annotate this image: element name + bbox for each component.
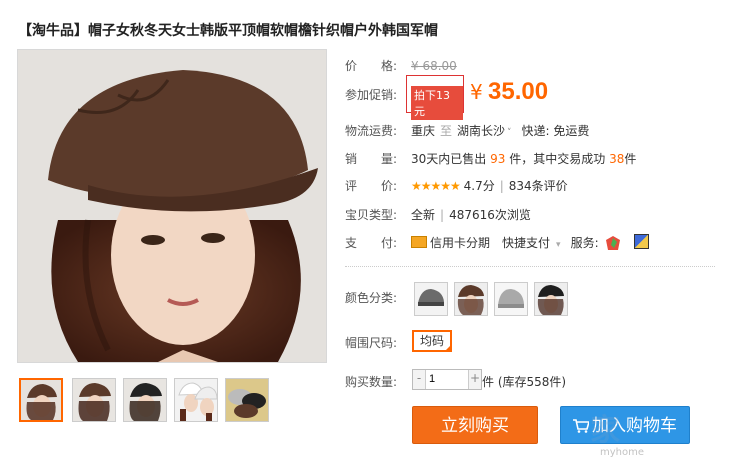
- section-divider: [345, 266, 715, 267]
- ship-divider: 至: [440, 124, 453, 138]
- color-option-light-gray[interactable]: [494, 282, 528, 316]
- rating-row: 评 价: ★★★★★ 4.7分 | 834条评价: [345, 177, 568, 194]
- quantity-input[interactable]: [427, 371, 471, 386]
- thumbnail-3[interactable]: [123, 378, 167, 422]
- color-row: 颜色分类:: [345, 289, 411, 306]
- price-row: 价 格: ¥ 68.00: [345, 57, 457, 74]
- price-label: 价 格:: [345, 59, 398, 73]
- quantity-increase-button[interactable]: +: [468, 370, 481, 389]
- size-value: 均码: [419, 334, 444, 348]
- quantity-label: 购买数量:: [345, 375, 398, 389]
- promo-tag: 拍下13元: [411, 86, 463, 120]
- item-type: 全新: [411, 208, 436, 222]
- rating-divider: |: [499, 179, 504, 193]
- color-option-gray[interactable]: [414, 282, 448, 316]
- product-title: 【淘牛品】帽子女秋冬天女士韩版平顶帽软帽檐针织帽户外韩国军帽: [18, 23, 438, 39]
- view-count: 487616次浏览: [449, 208, 531, 222]
- size-row: 帽围尺码:: [345, 334, 411, 351]
- sales-mid: 件，其中交易成功: [509, 152, 606, 166]
- quick-pay-link[interactable]: 快捷支付: [502, 236, 550, 250]
- star-rating: ★★★★★: [411, 179, 461, 193]
- dropdown-icon[interactable]: ▾: [556, 240, 561, 250]
- service-square-icon[interactable]: [634, 234, 650, 249]
- thumbnail-4[interactable]: [174, 378, 218, 422]
- shipping-label: 物流运费:: [345, 124, 398, 138]
- promo-price: 35.00: [488, 78, 549, 105]
- cart-icon: [573, 409, 591, 447]
- promo-row: 参加促销:: [345, 86, 411, 103]
- size-label: 帽围尺码:: [345, 336, 398, 350]
- payment-row: 支 付: 信用卡分期 快捷支付 ▾ 服务:: [345, 234, 650, 251]
- review-count-link[interactable]: 834条评价: [509, 179, 568, 193]
- ship-to-selector[interactable]: 湖南长沙: [457, 124, 505, 138]
- thumbnail-2[interactable]: [72, 378, 116, 422]
- quantity-row: 购买数量:: [345, 373, 411, 390]
- watermark-text: myhome: [600, 447, 645, 458]
- color-label: 颜色分类:: [345, 291, 398, 305]
- buy-now-label: 立刻购买: [441, 416, 509, 436]
- sales-row: 销 量: 30天内已售出 93 件，其中交易成功 38件: [345, 150, 636, 167]
- credit-installment-link[interactable]: 信用卡分期: [430, 236, 490, 250]
- sales-prefix: 30天内已售出: [411, 152, 487, 166]
- sales-label: 销 量:: [345, 152, 398, 166]
- sales-suffix: 件: [624, 152, 637, 166]
- promo-highlight-box: 拍下13元: [406, 75, 464, 120]
- buy-now-button[interactable]: 立刻购买: [412, 406, 538, 444]
- main-product-image[interactable]: [17, 49, 327, 363]
- selected-check-icon: [444, 344, 452, 352]
- color-option-brown[interactable]: [454, 282, 488, 316]
- type-row: 宝贝类型: 全新 | 487616次浏览: [345, 206, 531, 223]
- type-divider: |: [440, 208, 445, 222]
- shipping-row: 物流运费: 重庆至湖南长沙 ˅ 快递: 免运费: [345, 122, 589, 139]
- add-to-cart-button[interactable]: 加入购物车: [560, 406, 690, 444]
- credit-card-icon: [411, 236, 427, 248]
- ship-from: 重庆: [411, 124, 436, 138]
- thumbnail-1[interactable]: [19, 378, 63, 422]
- dropdown-icon[interactable]: ˅: [507, 128, 512, 138]
- promo-label: 参加促销:: [345, 88, 398, 102]
- watermark-logo: 家: [590, 413, 620, 448]
- payment-label: 支 付:: [345, 236, 398, 250]
- sold-count: 93: [490, 152, 506, 166]
- currency-symbol: ¥: [470, 80, 483, 104]
- size-option-one-size[interactable]: 均码: [412, 330, 452, 352]
- stock-info: 件 (库存558件): [482, 375, 567, 389]
- quantity-stepper[interactable]: - +: [412, 369, 482, 390]
- type-label: 宝贝类型:: [345, 208, 398, 222]
- thumbnail-5[interactable]: [225, 378, 269, 422]
- service-label: 服务:: [570, 236, 599, 250]
- rating-score: 4.7分: [463, 179, 495, 193]
- quantity-decrease-button[interactable]: -: [413, 370, 426, 389]
- original-price: ¥ 68.00: [411, 59, 457, 73]
- hat-model-photo: [18, 50, 326, 362]
- express-fee: 快递: 免运费: [521, 124, 590, 138]
- rating-label: 评 价:: [345, 179, 398, 193]
- service-badge-icon[interactable]: [606, 236, 621, 250]
- color-option-black[interactable]: [534, 282, 568, 316]
- success-count: 38: [609, 152, 625, 166]
